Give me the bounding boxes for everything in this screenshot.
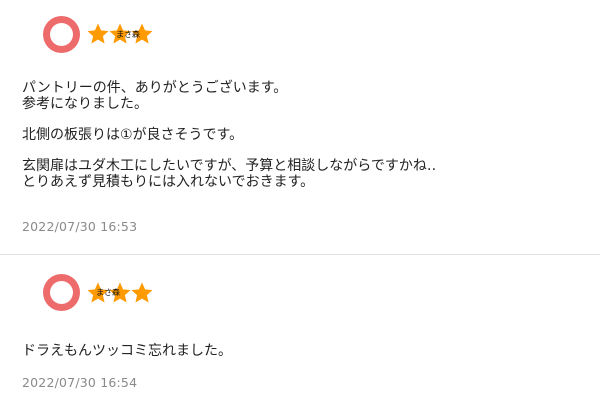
comment-text-line: とりあえず見積もりには入れないでおきます。 [22,174,315,190]
comment-body: ドラえもんツッコミ忘れました。 [22,343,232,359]
comment-timestamp: 2022/07/30 16:54 [22,375,138,390]
user-nickname[interactable]: まさ森 [116,31,140,39]
comment-text-line: パントリーの件、ありがとうございます。 [22,80,288,96]
user-nickname[interactable]: まさ森 [96,289,120,297]
comment-timestamp: 2022/07/30 16:53 [22,219,138,234]
comment-text-line: 参考になりました。 [22,96,148,112]
comment-text-line: 玄関扉はユダ木工にしたいですが、予算と相談しながらですかね‥ [22,158,437,174]
star-icon [130,281,154,305]
avatar[interactable] [43,16,80,53]
avatar[interactable] [43,274,80,311]
comment-body: パントリーの件、ありがとうございます。 参考になりました。 北側の板張りは①が良… [22,80,436,190]
comment-text-line: ドラえもんツッコミ忘れました。 [22,343,232,359]
comment-text-line: 北側の板張りは①が良さそうです。 [22,127,244,143]
comment-item: まさ森 パントリーの件、ありがとうございます。 参考になりました。 北側の板張り… [0,0,600,253]
comment-divider [0,254,600,255]
comment-item: まさ森 ドラえもんツッコミ忘れました。 2022/07/30 16:54 [0,256,600,401]
comment-thread: まさ森 パントリーの件、ありがとうございます。 参考になりました。 北側の板張り… [0,0,600,401]
star-icon [86,22,110,46]
